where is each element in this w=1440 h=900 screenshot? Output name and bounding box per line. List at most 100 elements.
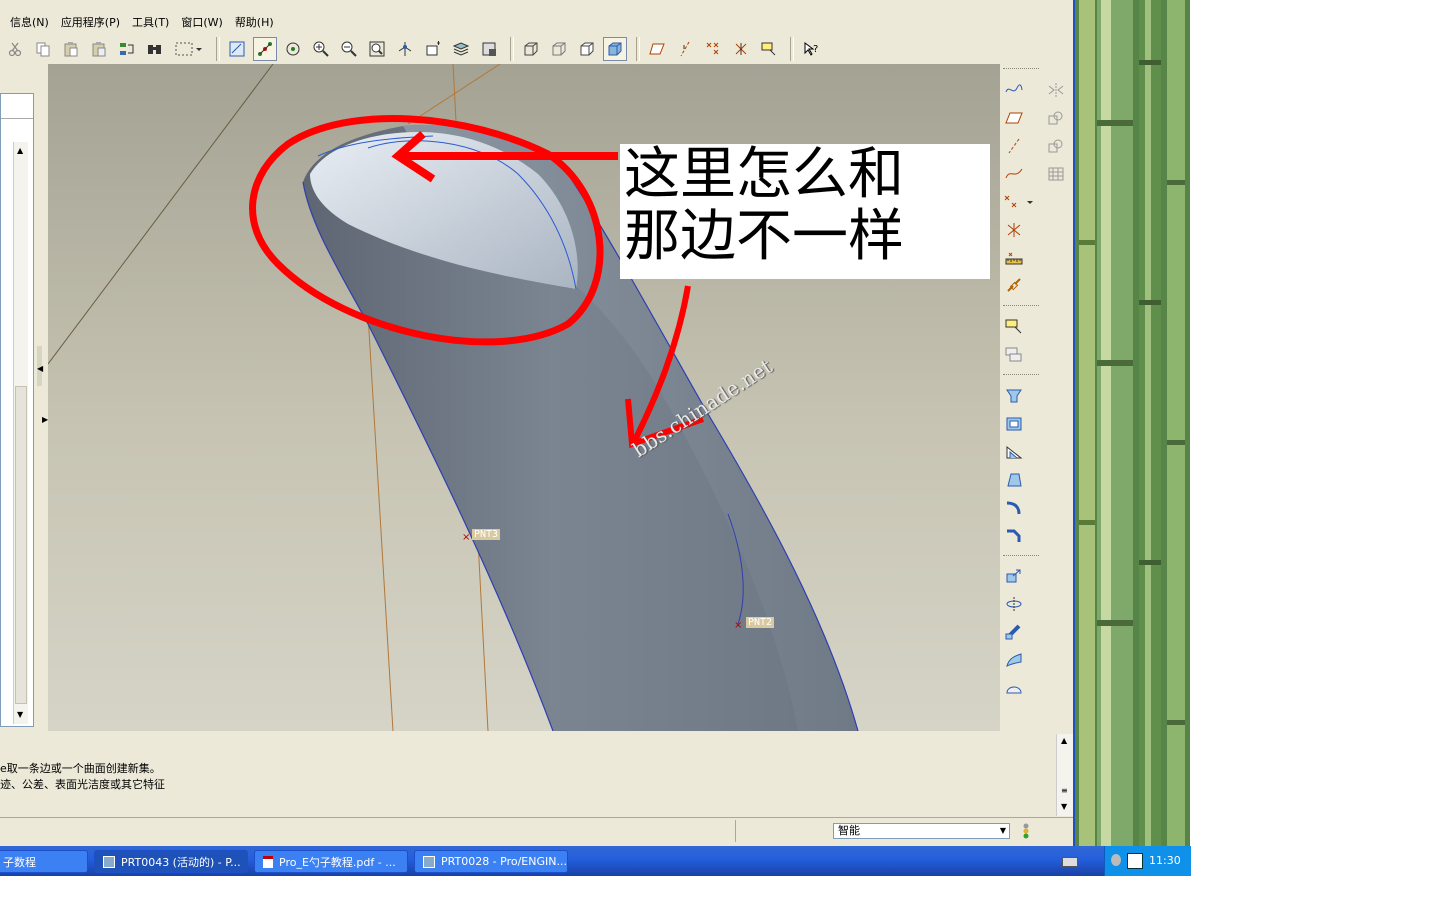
pdf-icon [263, 855, 273, 868]
shell-tool-icon[interactable] [1002, 412, 1026, 436]
annotation-feature-icon[interactable] [1002, 314, 1026, 338]
extrude-tool-icon[interactable] [1002, 564, 1026, 588]
layers-icon[interactable] [449, 37, 473, 61]
menu-info[interactable]: 信息(N) [0, 14, 55, 30]
datum-plane-tool-icon[interactable] [1002, 106, 1026, 130]
datum-planes-icon[interactable] [645, 37, 669, 61]
windows-taskbar: 子数程 PRT0043 (活动的) - P... Pro_E勺子教程.pdf -… [0, 846, 1191, 876]
selection-filter-value: 智能 [838, 824, 860, 837]
status-bar: 智能 ▼ [0, 817, 1073, 844]
paste-special-icon[interactable] [87, 37, 111, 61]
find-icon[interactable] [143, 37, 167, 61]
keyboard-icon[interactable] [1062, 857, 1078, 867]
toolbar-grip[interactable] [1003, 68, 1039, 72]
scroll-thumb[interactable] [15, 386, 27, 704]
model-tree-scrollbar[interactable]: ▲ ▼ [13, 142, 28, 724]
chain-tool-icon[interactable] [1002, 274, 1026, 298]
network-icon[interactable] [1127, 853, 1143, 869]
datum-axis-tool-icon[interactable] [1002, 134, 1026, 158]
datum-line [407, 64, 501, 125]
reorient-icon[interactable] [393, 37, 417, 61]
toolbar-separator [216, 37, 220, 61]
datum-curve-tool-icon[interactable] [1002, 162, 1026, 186]
taskbar-item-label: PRT0028 - Pro/ENGIN... [441, 855, 567, 868]
message-scroll-up-icon[interactable]: ▲ [1061, 736, 1067, 745]
taskbar-item-2[interactable]: PRT0043 (活动的) - P... [94, 850, 248, 873]
rib-tool-icon[interactable] [1002, 440, 1026, 464]
menu-applications[interactable]: 应用程序(P) [55, 14, 126, 30]
trim-tool-icon[interactable] [1044, 134, 1068, 158]
menu-help[interactable]: 帮助(H) [229, 14, 280, 30]
cut-icon[interactable] [3, 37, 27, 61]
analysis-tool-icon[interactable] [1002, 246, 1026, 270]
context-help-icon[interactable]: ? [799, 37, 823, 61]
scroll-down-arrow-icon[interactable]: ▼ [17, 710, 23, 719]
message-scrollbar[interactable]: ▲ ≡ ▼ [1056, 734, 1073, 816]
datum-points-icon[interactable] [701, 37, 725, 61]
view-manager-icon[interactable] [477, 37, 501, 61]
datum-point-label-pnt2[interactable]: PNT2 [746, 617, 775, 628]
scroll-up-arrow-icon[interactable]: ▲ [17, 146, 23, 155]
annotation-display-icon[interactable] [757, 37, 781, 61]
select-box-icon[interactable] [171, 37, 207, 61]
model-tree-header [1, 118, 33, 119]
chamfer-tool-icon[interactable] [1002, 524, 1026, 548]
menu-window[interactable]: 窗口(W) [175, 14, 228, 30]
revolve-tool-icon[interactable] [1002, 592, 1026, 616]
copy-icon[interactable] [31, 37, 55, 61]
regenerate-icon[interactable] [115, 37, 139, 61]
round-tool-icon[interactable] [1002, 496, 1026, 520]
graphics-viewport[interactable]: × × 这里怎么和 那边不一样 bbs.chinade.net PNT3 PNT… [48, 64, 1000, 731]
datum-csys-icon[interactable] [729, 37, 753, 61]
toolbar-grip[interactable] [1003, 305, 1039, 309]
taskbar-item-label: 子数程 [3, 855, 36, 869]
system-tray: 11:30 [1104, 846, 1191, 876]
draft-tool-icon[interactable] [1002, 468, 1026, 492]
spin-center-icon[interactable] [253, 37, 277, 61]
blend-tool-icon[interactable] [1002, 648, 1026, 672]
taskbar-item-label: Pro_E勺子教程.pdf - ... [279, 855, 396, 869]
toolbar-grip[interactable] [1003, 555, 1039, 559]
taskbar-item-4[interactable]: PRT0028 - Pro/ENGIN... [414, 850, 568, 873]
svg-text:×: × [734, 620, 742, 631]
menu-tools[interactable]: 工具(T) [126, 14, 175, 30]
status-divider [735, 820, 736, 842]
refit-icon[interactable] [365, 37, 389, 61]
datum-axes-icon[interactable] [673, 37, 697, 61]
boundary-blend-icon[interactable] [1002, 676, 1026, 700]
datum-point-label-pnt3[interactable]: PNT3 [472, 529, 501, 540]
zoom-out-icon[interactable] [337, 37, 361, 61]
annotation-element-icon[interactable] [1002, 342, 1026, 366]
orient-mode-icon[interactable] [281, 37, 305, 61]
message-scroll-grip-icon[interactable]: ≡ [1061, 786, 1068, 795]
saved-views-icon[interactable] [421, 37, 445, 61]
taskbar-item-label: PRT0043 (活动的) - P... [121, 855, 241, 869]
hidden-line-icon[interactable] [547, 37, 571, 61]
collapse-left-arrow-icon[interactable]: ◀ [37, 364, 43, 373]
repaint-icon[interactable] [225, 37, 249, 61]
toolbar-grip[interactable] [1003, 374, 1039, 378]
message-scroll-down-icon[interactable]: ▼ [1061, 802, 1067, 811]
datum-point-tool-icon[interactable] [1002, 190, 1038, 214]
mirror-tool-icon[interactable] [1044, 78, 1068, 102]
zoom-in-icon[interactable] [309, 37, 333, 61]
annotation-text-line-2: 那边不一样 [624, 204, 904, 269]
selection-filter-dropdown[interactable]: 智能 ▼ [833, 823, 1010, 839]
paste-icon[interactable] [59, 37, 83, 61]
volume-icon[interactable] [1111, 854, 1121, 866]
no-hidden-icon[interactable] [575, 37, 599, 61]
pattern-tool-icon[interactable] [1044, 162, 1068, 186]
hole-tool-icon[interactable] [1002, 384, 1026, 408]
taskbar-item-3[interactable]: Pro_E勺子教程.pdf - ... [254, 850, 408, 873]
csys-tool-icon[interactable] [1002, 218, 1026, 242]
taskbar-item-1[interactable]: 子数程 [0, 850, 88, 873]
sweep-tool-icon[interactable] [1002, 620, 1026, 644]
merge-tool-icon[interactable] [1044, 106, 1068, 130]
wireframe-icon[interactable] [519, 37, 543, 61]
dropdown-arrow-icon[interactable]: ▼ [1000, 824, 1006, 838]
desktop-background [1075, 0, 1190, 846]
proe-app-icon [423, 855, 435, 868]
shading-icon[interactable] [603, 37, 627, 61]
sketched-datum-curve-icon[interactable] [1002, 78, 1026, 102]
proe-window: 信息(N) 应用程序(P) 工具(T) 窗口(W) 帮助(H) ? ▲ ▼ ◀ … [0, 0, 1075, 846]
